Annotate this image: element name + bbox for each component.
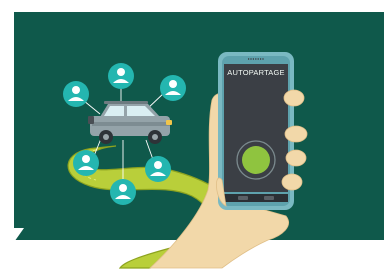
user-icon-top-right: [160, 75, 186, 101]
app-title: AUTOPARTAGE: [227, 68, 285, 77]
circle-button-icon: [236, 140, 276, 180]
user-icon-top-left: [63, 81, 89, 107]
background-panel: [14, 12, 384, 240]
carsharing-illustration: [0, 12, 384, 269]
illustration-canvas: AUTOPARTAGE: [0, 0, 384, 277]
user-icon-top-center: [108, 63, 134, 89]
user-icon-left: [73, 150, 99, 176]
user-icon-right: [145, 156, 171, 182]
user-icon-bottom-center: [110, 179, 136, 205]
